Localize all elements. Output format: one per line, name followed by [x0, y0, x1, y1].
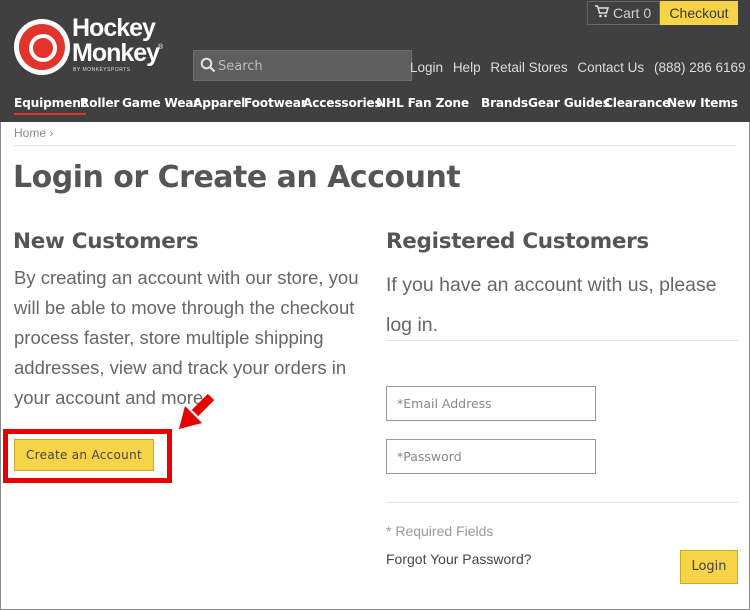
- forgot-password-link[interactable]: Forgot Your Password?: [386, 551, 532, 567]
- nav-item-nhl-fan-zone[interactable]: NHL Fan Zone: [376, 96, 469, 110]
- contact-us-link[interactable]: Contact Us: [577, 60, 644, 75]
- help-link[interactable]: Help: [453, 60, 481, 75]
- hockey-monkey-logo-icon[interactable]: [14, 19, 70, 75]
- nav-item-game-wear[interactable]: Game Wear: [122, 96, 199, 110]
- login-link[interactable]: Login: [410, 60, 443, 75]
- cart-label: Cart 0: [613, 5, 652, 21]
- search-input[interactable]: [218, 55, 403, 77]
- cart-icon: [595, 2, 610, 24]
- create-account-button[interactable]: Create an Account: [14, 439, 154, 471]
- cart-button[interactable]: Cart 0: [587, 1, 660, 25]
- logo-line-1: Hockey: [72, 14, 156, 42]
- breadcrumb-home[interactable]: Home: [14, 126, 46, 140]
- nav-item-new-items[interactable]: New Items: [667, 96, 738, 110]
- logo-subtitle: BY MONKEYSPORTS: [73, 67, 131, 73]
- retail-stores-link[interactable]: Retail Stores: [490, 60, 567, 75]
- login-form-divider-bottom: [386, 502, 738, 503]
- nav-item-brands[interactable]: Brands: [481, 96, 528, 110]
- logo-wordmark[interactable]: Hockey Monkey: [72, 14, 160, 67]
- nav-item-equipment[interactable]: Equipment: [14, 96, 86, 115]
- page-title: Login or Create an Account: [13, 160, 461, 195]
- breadcrumb: Home ›: [14, 126, 53, 140]
- logo-registered-mark: ®: [158, 44, 164, 51]
- login-form-divider-top: [386, 340, 738, 341]
- nav-item-accessories[interactable]: Accessories: [303, 96, 382, 110]
- nav-item-footwear[interactable]: Footwear: [244, 96, 307, 110]
- search-box: [193, 50, 412, 81]
- annotation-arrow-icon: [179, 393, 215, 429]
- required-fields-note: * Required Fields: [386, 523, 494, 539]
- logo-line-2: Monkey: [72, 39, 160, 67]
- nav-item-apparel[interactable]: Apparel: [193, 96, 245, 110]
- search-icon[interactable]: [200, 57, 216, 73]
- checkout-button[interactable]: Checkout: [660, 1, 738, 25]
- nav-item-roller[interactable]: Roller: [80, 96, 119, 110]
- nav-item-clearance[interactable]: Clearance: [604, 96, 670, 110]
- phone-number[interactable]: (888) 286 6169: [654, 60, 746, 75]
- new-customers-description: By creating an account with our store, y…: [14, 267, 359, 408]
- site-header: Hockey Monkey ® BY MONKEYSPORTS Cart 0 C…: [0, 0, 750, 122]
- login-button[interactable]: Login: [680, 550, 738, 584]
- breadcrumb-separator: ›: [49, 126, 54, 140]
- breadcrumb-divider: [14, 145, 736, 146]
- utility-links: Login Help Retail Stores Contact Us (888…: [410, 60, 746, 75]
- new-customers-heading: New Customers: [13, 229, 199, 254]
- email-field[interactable]: [386, 386, 596, 421]
- registered-customers-description: If you have an account with us, please l…: [386, 274, 717, 336]
- nav-item-gear-guides[interactable]: Gear Guides: [528, 96, 610, 110]
- password-field[interactable]: [386, 439, 596, 474]
- registered-customers-heading: Registered Customers: [386, 229, 649, 254]
